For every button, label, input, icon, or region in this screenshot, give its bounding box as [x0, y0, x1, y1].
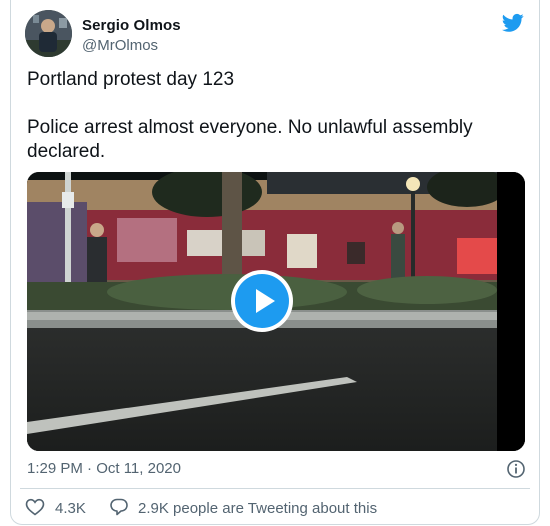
tweet-text-line-2: Police arrest almost everyone. No unlawf…: [27, 117, 473, 138]
tweet-text-line-3: declared.: [27, 141, 106, 162]
tweet-timestamp[interactable]: 1:29 PM · Oct 11, 2020: [27, 460, 181, 477]
play-button[interactable]: [231, 270, 293, 332]
heart-icon[interactable]: [25, 498, 45, 516]
speech-bubble-icon[interactable]: [109, 497, 129, 517]
author-name[interactable]: Sergio Olmos: [82, 17, 181, 34]
author-handle[interactable]: @MrOlmos: [82, 37, 158, 54]
avatar[interactable]: [25, 10, 72, 57]
info-icon[interactable]: [505, 458, 527, 480]
play-icon: [256, 289, 275, 313]
tweeting-about-link[interactable]: 2.9K people are Tweeting about this: [138, 500, 377, 517]
divider: [20, 488, 530, 489]
twitter-bird-icon[interactable]: [502, 13, 524, 33]
tweet-text-line-1: Portland protest day 123: [27, 69, 235, 90]
like-count[interactable]: 4.3K: [55, 500, 86, 517]
